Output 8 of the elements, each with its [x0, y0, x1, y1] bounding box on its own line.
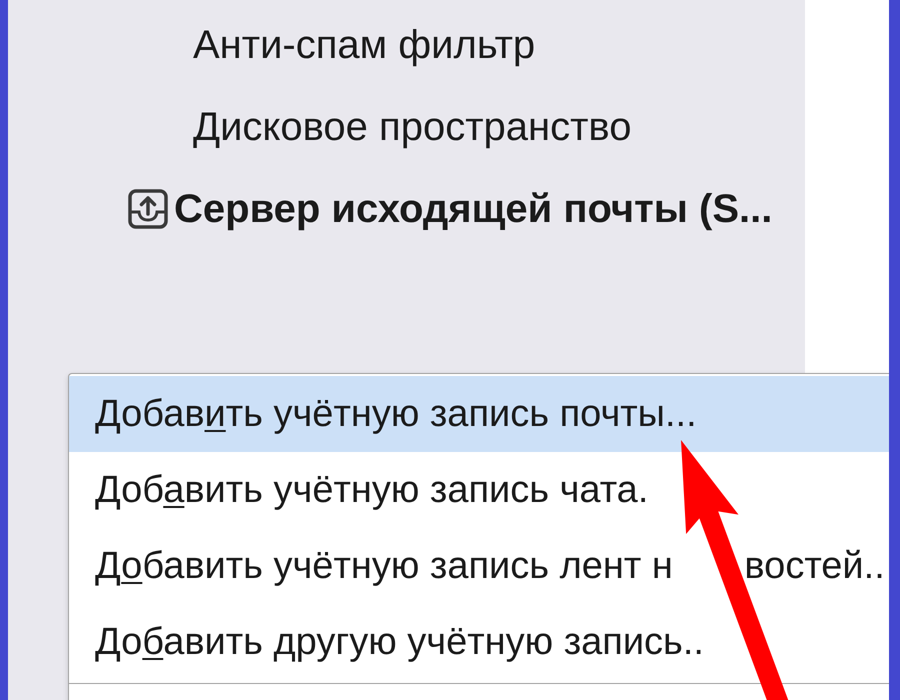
outbox-icon	[128, 189, 168, 229]
settings-tree-item[interactable]: Анти-спам фильтр	[193, 22, 536, 68]
menu-item[interactable]: Добавить учётную запись лент н востей..	[69, 528, 889, 604]
menu-item[interactable]: Добавить другую учётную запись..	[69, 604, 889, 680]
menu-item[interactable]: Добавить учётную запись почты...	[69, 376, 889, 452]
settings-tree-item[interactable]: Дисковое пространство	[193, 104, 632, 150]
menu-item[interactable]: Добавить учётную запись чата.	[69, 452, 889, 528]
server-tree-item[interactable]: Сервер исходящей почты (S...	[174, 186, 772, 232]
